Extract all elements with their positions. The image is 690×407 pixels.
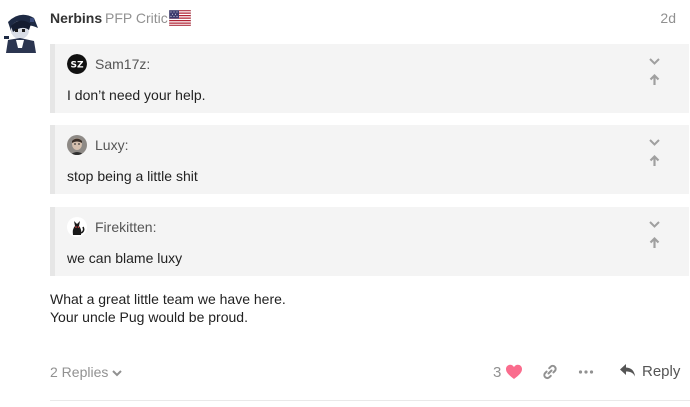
quote-text: we can blame luxy [67, 250, 183, 266]
heart-icon[interactable] [505, 363, 523, 381]
reply-arrow-icon [620, 364, 635, 377]
quote-avatar[interactable] [67, 217, 87, 237]
chevron-down-icon[interactable] [648, 136, 661, 149]
username[interactable]: Nerbins [50, 10, 102, 26]
like-count[interactable]: 3 [493, 364, 501, 381]
forum-post: Nerbins PFP Critic 2d SZ Sam17z: I don’t… [0, 0, 690, 407]
us-flag-icon [168, 9, 192, 27]
quote-text: I don’t need your help. [67, 87, 206, 103]
post-header: Nerbins PFP Critic 2d [50, 9, 676, 29]
link-icon[interactable] [541, 363, 559, 381]
arrow-up-icon[interactable] [648, 154, 661, 167]
post-body-line: What a great little team we have here. [50, 291, 286, 307]
replies-label: 2 Replies [50, 364, 109, 380]
quote-avatar[interactable]: SZ [67, 54, 87, 74]
quote-author: Luxy: [95, 137, 129, 153]
quote-text: stop being a little shit [67, 168, 198, 184]
show-replies-button[interactable]: 2 Replies [50, 364, 123, 380]
post-body: What a great little team we have here. Y… [50, 290, 286, 326]
quote-block: Firekitten: we can blame luxy [50, 207, 689, 276]
quote-block: SZ Sam17z: I don’t need your help. [50, 44, 689, 113]
quote-author: Sam17z: [95, 56, 151, 72]
arrow-up-icon[interactable] [648, 73, 661, 86]
more-options-icon[interactable] [577, 363, 595, 381]
svg-text:SZ: SZ [70, 61, 83, 71]
arrow-up-icon[interactable] [648, 236, 661, 249]
user-title: PFP Critic [105, 10, 168, 26]
quote-controls [648, 218, 678, 248]
post-date[interactable]: 2d [660, 10, 676, 26]
chevron-down-icon[interactable] [648, 55, 661, 68]
reply-button[interactable]: Reply [619, 363, 680, 383]
user-avatar[interactable] [0, 8, 43, 53]
chevron-down-icon [112, 370, 123, 377]
reply-label: Reply [642, 363, 681, 380]
post-footer: 2 Replies 3 Reply [50, 360, 680, 386]
quote-block: Luxy: stop being a little shit [50, 125, 689, 194]
quote-avatar[interactable] [67, 135, 87, 155]
quote-controls [648, 55, 678, 85]
post-divider [50, 400, 690, 401]
chevron-down-icon[interactable] [648, 218, 661, 231]
quote-controls [648, 136, 678, 166]
post-body-line: Your uncle Pug would be proud. [50, 309, 248, 325]
quote-author: Firekitten: [95, 219, 157, 235]
